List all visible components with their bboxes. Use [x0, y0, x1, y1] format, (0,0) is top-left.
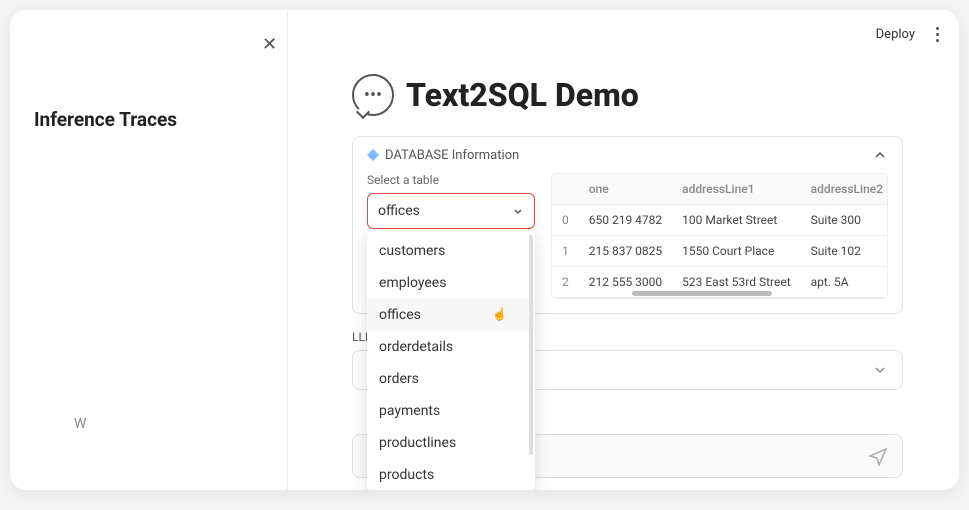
table-cell: 100 Market Street: [672, 205, 801, 236]
peek-text: W: [74, 416, 86, 432]
table-cell: 650 219 4782: [579, 205, 672, 236]
select-value: offices: [378, 203, 420, 219]
dropdown-scrollbar[interactable]: [529, 235, 533, 455]
table-cell: 215 837 0825: [579, 236, 672, 267]
table-dropdown: customersemployeesoffices☝orderdetailsor…: [367, 231, 535, 490]
table-row: 0650 219 4782100 Market StreetSuite 300C…: [552, 205, 888, 236]
dropdown-option-orders[interactable]: orders: [367, 363, 535, 395]
table-cell: apt. 5A: [801, 267, 888, 298]
table-row: 1215 837 08251550 Court PlaceSuite 102MA…: [552, 236, 888, 267]
dropdown-option-productlines[interactable]: productlines: [367, 427, 535, 459]
main-content: ••• Text2SQL Demo DATABASE Information S…: [288, 58, 959, 490]
dropdown-option-customers[interactable]: customers: [367, 235, 535, 267]
table-select-column: Select a table offices customersemployee…: [367, 173, 535, 229]
database-icon: [367, 149, 379, 161]
chevron-up-icon[interactable]: [872, 147, 888, 163]
database-card: DATABASE Information Select a table offi…: [352, 136, 903, 314]
data-table: oneaddressLine1addressLine2stateco 0650 …: [552, 174, 888, 298]
column-header: addressLine1: [672, 174, 801, 205]
dropdown-option-employees[interactable]: employees: [367, 267, 535, 299]
dropdown-option-payments[interactable]: payments: [367, 395, 535, 427]
chat-bubble-icon: •••: [352, 74, 394, 116]
app-frame: Deploy ✕ Inference Traces ••• Text2SQL D…: [10, 10, 959, 490]
table-cell: 1550 Court Place: [672, 236, 801, 267]
card-header-label: DATABASE Information: [367, 148, 519, 163]
card-header-text: DATABASE Information: [385, 148, 519, 163]
chevron-down-icon: [872, 362, 888, 378]
sidebar: Inference Traces: [10, 10, 288, 490]
page-title: Text2SQL Demo: [406, 76, 639, 114]
card-body: Select a table offices customersemployee…: [353, 173, 902, 313]
column-header: addressLine2: [801, 174, 888, 205]
title-row: ••• Text2SQL Demo: [352, 74, 903, 116]
table-cell: Suite 300: [801, 205, 888, 236]
cursor-icon: ☝: [492, 307, 507, 321]
chevron-down-icon: [512, 205, 524, 217]
data-table-wrap: oneaddressLine1addressLine2stateco 0650 …: [551, 173, 888, 299]
table-cell: Suite 102: [801, 236, 888, 267]
dropdown-option-orderdetails[interactable]: orderdetails: [367, 331, 535, 363]
column-header: one: [579, 174, 672, 205]
sidebar-title: Inference Traces: [34, 108, 263, 131]
select-label: Select a table: [367, 173, 535, 187]
send-icon[interactable]: [868, 446, 888, 466]
kebab-menu-icon[interactable]: [927, 24, 947, 44]
dropdown-option-offices[interactable]: offices☝: [367, 299, 535, 331]
deploy-button[interactable]: Deploy: [876, 27, 915, 42]
table-select[interactable]: offices: [367, 193, 535, 229]
dropdown-option-products[interactable]: products: [367, 459, 535, 490]
card-header[interactable]: DATABASE Information: [353, 137, 902, 173]
horizontal-scrollbar[interactable]: [632, 291, 772, 296]
